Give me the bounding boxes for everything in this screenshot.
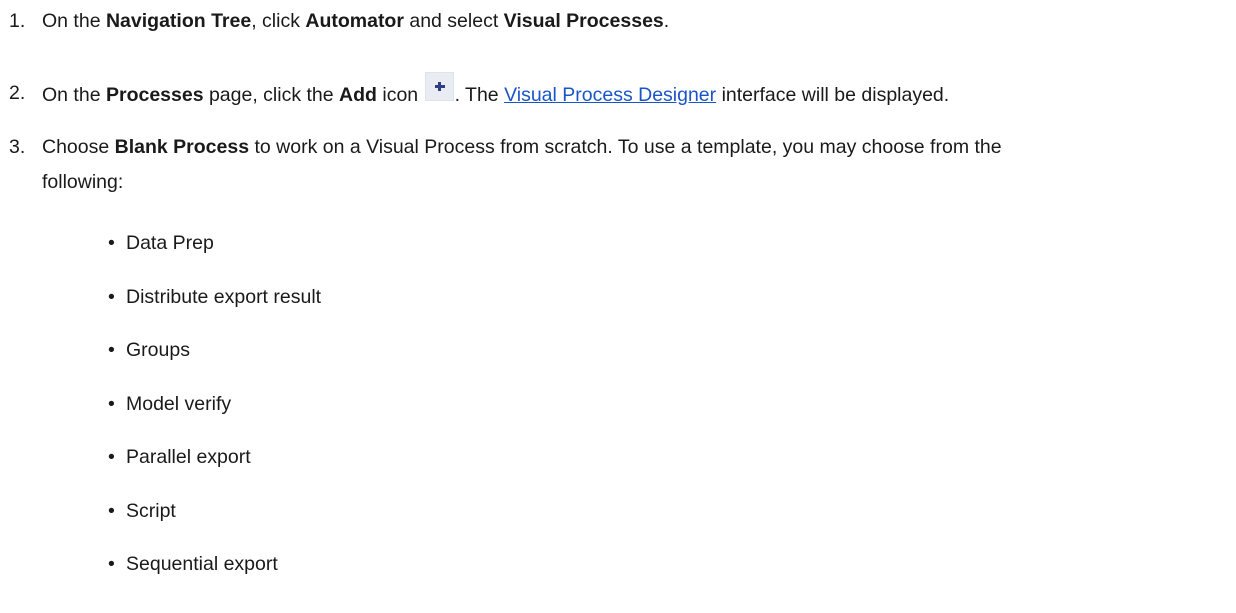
list-item: • Parallel export: [108, 440, 321, 494]
list-item: • Data Prep: [108, 226, 321, 280]
navigation-tree-term: Navigation Tree: [105, 10, 252, 32]
list-item: • Groups: [108, 333, 321, 387]
blank-process-term: Blank Process: [114, 136, 250, 158]
step-number: 2.: [9, 82, 26, 104]
bullet: •: [108, 392, 115, 415]
processes-term: Processes: [105, 84, 204, 106]
add-icon: [424, 72, 454, 101]
list-item: • Distribute export result: [108, 280, 321, 334]
add-term: Add: [339, 84, 377, 106]
visual-process-designer-link[interactable]: Visual Process Designer: [504, 84, 716, 106]
visual-processes-term: Visual Processes: [503, 10, 664, 32]
list-item: • Model verify: [108, 387, 321, 441]
step-text: On the Processes page, click the Add ico…: [42, 72, 949, 112]
step-text: Choose Blank Process to work on a Visual…: [42, 136, 1002, 158]
template-list: • Data Prep • Distribute export result • Gr…: [108, 226, 321, 601]
list-item: • Script: [108, 494, 321, 548]
list-item: • Sequential export: [108, 547, 321, 601]
bullet: •: [108, 232, 115, 254]
bullet: •: [108, 339, 115, 361]
bullet: •: [108, 499, 115, 522]
bullet: •: [108, 446, 115, 468]
step-number: 1.: [9, 10, 26, 32]
bullet: •: [108, 553, 115, 575]
bullet: •: [108, 285, 115, 308]
step-text: following:: [42, 171, 124, 193]
step-text: On the Navigation Tree, click Automator …: [42, 10, 670, 32]
automator-term: Automator: [305, 10, 404, 32]
step-number: 3.: [9, 136, 26, 158]
